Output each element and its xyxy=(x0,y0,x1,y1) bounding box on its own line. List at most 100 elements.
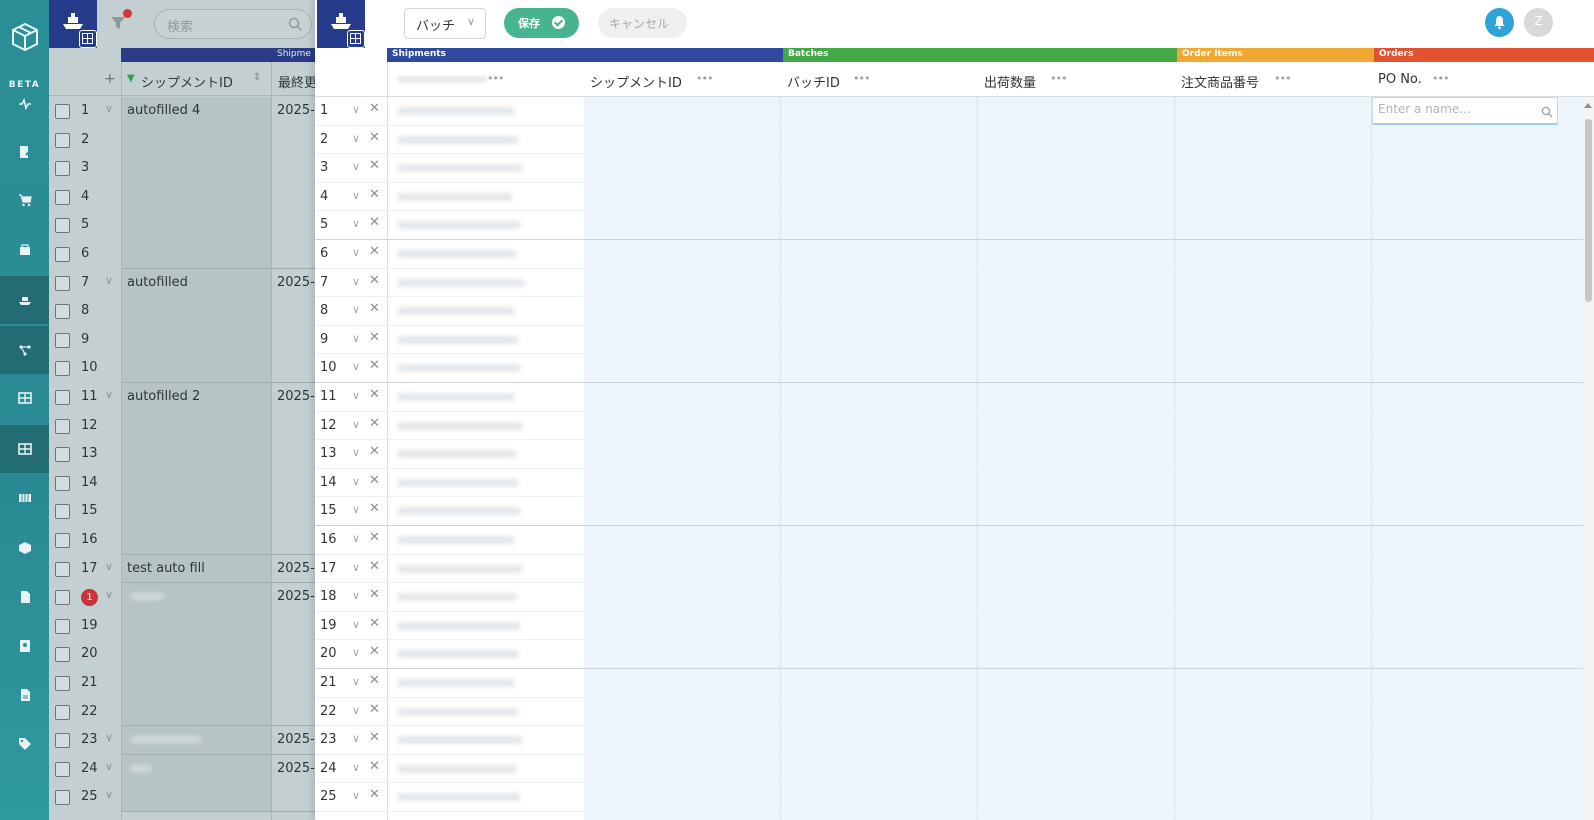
nav-package[interactable] xyxy=(0,226,49,274)
shipment-group-cell[interactable] xyxy=(122,583,271,727)
table-row[interactable]: 9 ∨ ✕ xyxy=(315,326,1594,355)
pin-icon[interactable]: ▼ xyxy=(127,73,135,84)
remove-row-icon[interactable]: ✕ xyxy=(369,730,380,745)
remove-row-icon[interactable]: ✕ xyxy=(369,301,380,316)
table-row[interactable]: 23 ∨ ✕ xyxy=(315,726,1594,755)
expand-chevron-icon[interactable]: ∨ xyxy=(352,503,360,516)
row-checkbox[interactable] xyxy=(55,590,70,606)
expand-chevron-icon[interactable]: ∨ xyxy=(105,788,113,801)
row-checkbox[interactable] xyxy=(55,275,70,291)
expand-chevron-icon[interactable]: ∨ xyxy=(352,189,360,202)
notification-button[interactable] xyxy=(1485,8,1514,37)
remove-row-icon[interactable]: ✕ xyxy=(369,501,380,516)
nav-activity[interactable] xyxy=(0,80,49,128)
table-row[interactable]: 13 ∨ ✕ xyxy=(315,440,1594,469)
expand-chevron-icon[interactable]: ∨ xyxy=(352,418,360,431)
nav-box[interactable] xyxy=(0,524,49,572)
table-row[interactable]: 21 ∨ ✕ xyxy=(315,669,1594,698)
expand-chevron-icon[interactable]: ∨ xyxy=(352,389,360,402)
remove-row-icon[interactable]: ✕ xyxy=(369,101,380,116)
table-row[interactable]: 2 ∨ ✕ xyxy=(315,126,1594,155)
table-row[interactable]: 24 ∨ ✕ xyxy=(315,755,1594,784)
add-column-button[interactable]: + xyxy=(104,71,116,87)
row-checkbox[interactable] xyxy=(55,647,70,663)
remove-row-icon[interactable]: ✕ xyxy=(369,416,380,431)
expand-chevron-icon[interactable]: ∨ xyxy=(352,160,360,173)
row-checkbox[interactable] xyxy=(55,161,70,177)
column-header-quantity[interactable]: 出荷数量 ••• xyxy=(978,62,1175,97)
row-checkbox[interactable] xyxy=(55,676,70,691)
table-row[interactable]: 5 ∨ ✕ xyxy=(315,211,1594,240)
row-checkbox[interactable] xyxy=(55,218,70,234)
shipment-group-cell[interactable]: test auto fill xyxy=(122,554,271,584)
table-row[interactable]: 25 ∨ ✕ xyxy=(315,783,1594,812)
nav-tag[interactable] xyxy=(0,720,49,768)
expand-chevron-icon[interactable]: ∨ xyxy=(352,675,360,688)
row-checkbox[interactable] xyxy=(55,104,70,119)
column-menu-icon[interactable]: ••• xyxy=(853,72,870,85)
table-row[interactable]: 10 ∨ ✕ xyxy=(315,354,1594,383)
column-menu-icon[interactable]: ••• xyxy=(1050,72,1067,85)
last-updated-cell[interactable]: 2025-0 xyxy=(272,726,315,755)
remove-row-icon[interactable]: ✕ xyxy=(369,759,380,774)
remove-row-icon[interactable]: ✕ xyxy=(369,387,380,402)
column-header-shipment-id[interactable]: シップメントID ••• xyxy=(584,62,781,97)
remove-row-icon[interactable]: ✕ xyxy=(369,673,380,688)
row-checkbox[interactable] xyxy=(55,304,70,320)
remove-row-icon[interactable]: ✕ xyxy=(369,158,380,173)
shipment-group-cell[interactable]: autofilled 2 xyxy=(122,383,271,555)
row-checkbox[interactable] xyxy=(55,504,70,520)
remove-row-icon[interactable]: ✕ xyxy=(369,244,380,259)
scroll-up-icon[interactable] xyxy=(1584,103,1592,108)
expand-chevron-icon[interactable]: ∨ xyxy=(352,475,360,488)
nav-network[interactable] xyxy=(0,326,49,374)
shipment-group-cell[interactable] xyxy=(122,754,271,812)
expand-chevron-icon[interactable]: ∨ xyxy=(352,589,360,602)
table-row[interactable]: 20 ∨ ✕ xyxy=(315,640,1594,669)
expand-chevron-icon[interactable]: ∨ xyxy=(352,246,360,259)
shipment-group-cell[interactable] xyxy=(122,726,271,755)
expand-chevron-icon[interactable]: ∨ xyxy=(352,360,360,373)
cancel-button[interactable]: キャンセル xyxy=(598,8,687,38)
expand-chevron-icon[interactable]: ∨ xyxy=(105,731,113,744)
entity-select[interactable]: バッチ ∨ xyxy=(404,8,486,39)
row-checkbox[interactable] xyxy=(55,332,70,348)
expand-chevron-icon[interactable]: ∨ xyxy=(352,532,360,545)
remove-row-icon[interactable]: ✕ xyxy=(369,473,380,488)
po-no-input[interactable] xyxy=(1372,97,1558,125)
expand-chevron-icon[interactable]: ∨ xyxy=(352,761,360,774)
expand-chevron-icon[interactable]: ∨ xyxy=(352,646,360,659)
remove-row-icon[interactable]: ✕ xyxy=(369,273,380,288)
nav-shipments[interactable] xyxy=(0,276,49,324)
table-row[interactable]: 12 ∨ ✕ xyxy=(315,412,1594,441)
column-menu-icon[interactable]: ••• xyxy=(487,72,504,85)
expand-chevron-icon[interactable]: ∨ xyxy=(352,303,360,316)
row-checkbox[interactable] xyxy=(55,618,70,634)
expand-chevron-icon[interactable]: ∨ xyxy=(352,704,360,717)
table-row[interactable]: 3 ∨ ✕ xyxy=(315,154,1594,183)
remove-row-icon[interactable]: ✕ xyxy=(369,587,380,602)
table-row[interactable]: 4 ∨ ✕ xyxy=(315,183,1594,212)
column-header-last-updated[interactable]: 最終更 xyxy=(278,72,315,91)
table-row[interactable]: 6 ∨ ✕ xyxy=(315,240,1594,269)
expand-chevron-icon[interactable]: ∨ xyxy=(105,102,113,115)
row-checkbox[interactable] xyxy=(55,790,70,806)
table-row[interactable]: 17 ∨ ✕ xyxy=(315,555,1594,584)
row-checkbox[interactable] xyxy=(55,533,70,548)
column-menu-icon[interactable]: ••• xyxy=(696,72,713,85)
expand-chevron-icon[interactable]: ∨ xyxy=(105,274,113,287)
table-row[interactable]: 15 ∨ ✕ xyxy=(315,497,1594,526)
remove-row-icon[interactable]: ✕ xyxy=(369,644,380,659)
scrollbar-thumb[interactable] xyxy=(1585,119,1592,302)
expand-chevron-icon[interactable]: ∨ xyxy=(352,561,360,574)
app-logo-icon[interactable] xyxy=(10,22,40,52)
expand-chevron-icon[interactable]: ∨ xyxy=(352,103,360,116)
po-no-field[interactable] xyxy=(1378,102,1536,116)
expand-chevron-icon[interactable]: ∨ xyxy=(105,560,113,573)
nav-cart[interactable] xyxy=(0,176,49,224)
expand-chevron-icon[interactable]: ∨ xyxy=(352,332,360,345)
remove-row-icon[interactable]: ✕ xyxy=(369,559,380,574)
expand-chevron-icon[interactable]: ∨ xyxy=(352,275,360,288)
last-updated-cell[interactable]: 2025-0 xyxy=(272,754,315,812)
search-input[interactable]: 検索 xyxy=(154,9,312,39)
